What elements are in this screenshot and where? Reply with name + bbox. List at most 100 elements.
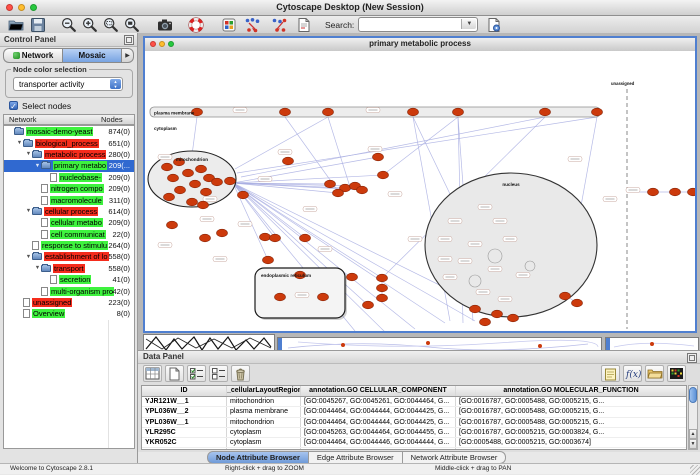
network-node[interactable] bbox=[540, 108, 551, 116]
tree-item-unassigned[interactable]: unassigned223(0) bbox=[4, 297, 134, 308]
network-node[interactable] bbox=[198, 201, 209, 209]
zoom-selected-region-button[interactable] bbox=[103, 17, 120, 33]
table-row-YPL036W__2[interactable]: YPL036W__2plasma membrane[GO:0044464, GO… bbox=[142, 407, 686, 417]
select-nodes-checkbox[interactable]: ✓ bbox=[9, 101, 18, 110]
formula-builder-button[interactable]: f(x) bbox=[623, 365, 642, 382]
network-edge[interactable] bbox=[192, 117, 197, 155]
network-node[interactable] bbox=[167, 221, 178, 229]
tree-item-response-to-stimulu[interactable]: response to stimulu264(0) bbox=[4, 240, 134, 251]
network-node[interactable] bbox=[300, 234, 311, 242]
zoom-out-button[interactable] bbox=[61, 17, 78, 33]
column-header[interactable]: annotation.GO CELLULAR_COMPONENT bbox=[301, 386, 456, 396]
delete-attribute-button[interactable] bbox=[231, 365, 250, 382]
import-attributes-button[interactable] bbox=[645, 365, 664, 382]
network-node[interactable] bbox=[238, 191, 249, 199]
search-dropdown-button[interactable]: ▼ bbox=[461, 19, 476, 29]
configure-search-button[interactable] bbox=[486, 17, 503, 33]
column-header[interactable]: _cellularLayoutRegion bbox=[227, 386, 301, 396]
network-node[interactable] bbox=[168, 174, 179, 182]
background-window-2[interactable] bbox=[277, 337, 602, 350]
tree-column-header[interactable]: Network Nodes bbox=[3, 114, 135, 125]
tree-item-cellular-metabo[interactable]: cellular metabo209(0) bbox=[4, 217, 134, 228]
search-input[interactable]: ▼ bbox=[358, 17, 478, 32]
background-window-3[interactable] bbox=[605, 337, 699, 350]
tree-item-establishment-of-lo[interactable]: ▼establishment of lo558(0) bbox=[4, 251, 134, 262]
network-node[interactable] bbox=[217, 229, 228, 237]
help-button[interactable] bbox=[188, 17, 205, 33]
zoom-fit-content-button[interactable] bbox=[124, 17, 141, 33]
network-node[interactable] bbox=[347, 273, 358, 281]
expand-arrow-icon[interactable]: ▼ bbox=[34, 163, 41, 169]
network-view-window[interactable]: primary metabolic process plasma membran… bbox=[143, 36, 697, 333]
tree-item-macromolecule[interactable]: macromolecule311(0) bbox=[4, 194, 134, 205]
scrollbar-thumb[interactable] bbox=[689, 387, 697, 403]
network-node[interactable] bbox=[263, 256, 274, 264]
tree-item-nucleobase-[interactable]: nucleobase-209(0) bbox=[4, 172, 134, 183]
tree-item-metabolic-process[interactable]: ▼metabolic process280(0) bbox=[4, 149, 134, 160]
network-node[interactable] bbox=[164, 193, 175, 201]
expand-arrow-icon[interactable]: ▼ bbox=[25, 254, 32, 260]
network-node[interactable] bbox=[280, 108, 291, 116]
tree-item-overview[interactable]: Overview8(0) bbox=[4, 308, 134, 319]
network-node[interactable] bbox=[560, 292, 571, 300]
network-node[interactable] bbox=[508, 314, 519, 322]
table-row-YLR295C[interactable]: YLR295Ccytoplasm[GO:0045263, GO:0044464,… bbox=[142, 428, 686, 438]
network-node[interactable] bbox=[225, 177, 236, 185]
matrix-button[interactable] bbox=[667, 365, 686, 382]
network-node[interactable] bbox=[283, 157, 294, 165]
network-node[interactable] bbox=[260, 233, 271, 241]
tree-item-cell-communicat[interactable]: cell communicat22(0) bbox=[4, 229, 134, 240]
column-network[interactable]: Network bbox=[9, 115, 83, 125]
network-node[interactable] bbox=[275, 293, 286, 301]
network-node[interactable] bbox=[270, 234, 281, 242]
background-window-overview[interactable] bbox=[143, 334, 275, 350]
expand-arrow-icon[interactable]: ▼ bbox=[16, 140, 23, 146]
network-node[interactable] bbox=[492, 310, 503, 318]
tree-item-secretion[interactable]: secretion41(0) bbox=[4, 274, 134, 285]
column-header[interactable]: ID bbox=[142, 386, 227, 396]
dropdown-stepper-icon[interactable]: ▲▼ bbox=[110, 79, 121, 89]
table-row-YPL036W__1[interactable]: YPL036W__1mitochondrion[GO:0044464, GO:0… bbox=[142, 418, 686, 428]
table-row-YJR121W__1[interactable]: YJR121W__1mitochondrion[GO:0045267, GO:0… bbox=[142, 397, 686, 407]
network-node[interactable] bbox=[187, 198, 198, 206]
expand-arrow-icon[interactable]: ▼ bbox=[25, 208, 32, 214]
network-node[interactable] bbox=[592, 108, 603, 116]
network-window-titlebar[interactable]: primary metabolic process bbox=[145, 38, 695, 52]
select-attributes-button[interactable] bbox=[187, 365, 206, 382]
scroll-up-button[interactable]: ▲ bbox=[689, 429, 697, 439]
float-panel-icon[interactable] bbox=[687, 353, 697, 363]
table-row-YDR039C__1[interactable]: YDR039C__1mitochondrion[GO:0044464, GO:0… bbox=[142, 448, 686, 450]
network-node[interactable] bbox=[377, 294, 388, 302]
network-canvas[interactable]: plasma membrane cytoplasm mitochondrion … bbox=[145, 51, 695, 331]
network-node[interactable] bbox=[201, 188, 212, 196]
network-node[interactable] bbox=[175, 186, 186, 194]
network-node[interactable] bbox=[408, 108, 419, 116]
save-session-button[interactable] bbox=[30, 17, 47, 33]
network-node[interactable] bbox=[212, 178, 223, 186]
network-node[interactable] bbox=[377, 284, 388, 292]
tab-mosaic[interactable]: Mosaic bbox=[62, 48, 122, 63]
network-node[interactable] bbox=[470, 305, 481, 313]
open-session-button[interactable] bbox=[8, 17, 25, 33]
network-node[interactable] bbox=[378, 171, 389, 179]
scroll-down-button[interactable]: ▼ bbox=[689, 439, 697, 449]
table-scrollbar[interactable]: ▲ ▼ bbox=[688, 385, 698, 450]
network-node[interactable] bbox=[183, 169, 194, 177]
network-node[interactable] bbox=[648, 188, 659, 196]
network-node[interactable] bbox=[357, 186, 368, 194]
zoom-in-button[interactable] bbox=[82, 17, 99, 33]
table-row-YKR052C[interactable]: YKR052Ccytoplasm[GO:0044464, GO:0044446,… bbox=[142, 438, 686, 448]
network-node[interactable] bbox=[480, 318, 491, 326]
expand-arrow-icon[interactable]: ▼ bbox=[34, 265, 41, 271]
network-node[interactable] bbox=[572, 299, 583, 307]
network-node[interactable] bbox=[670, 188, 681, 196]
tree-item-primary-metabo[interactable]: ▼primary metabo209(... bbox=[4, 160, 134, 171]
tree-item-cellular-process[interactable]: ▼cellular process614(0) bbox=[4, 206, 134, 217]
tab-scroll-right-button[interactable]: ▶ bbox=[122, 48, 134, 63]
attribute-table-header[interactable]: ID_cellularLayoutRegionannotation.GO CEL… bbox=[142, 386, 686, 397]
float-panel-icon[interactable] bbox=[124, 35, 134, 45]
network-node[interactable] bbox=[333, 189, 344, 197]
tree-item-mosaic-demo-yeast[interactable]: mosaic-demo-yeast874(0) bbox=[4, 126, 134, 137]
graphics-snapshot-button[interactable] bbox=[157, 17, 174, 33]
search-text-field[interactable] bbox=[362, 19, 458, 30]
